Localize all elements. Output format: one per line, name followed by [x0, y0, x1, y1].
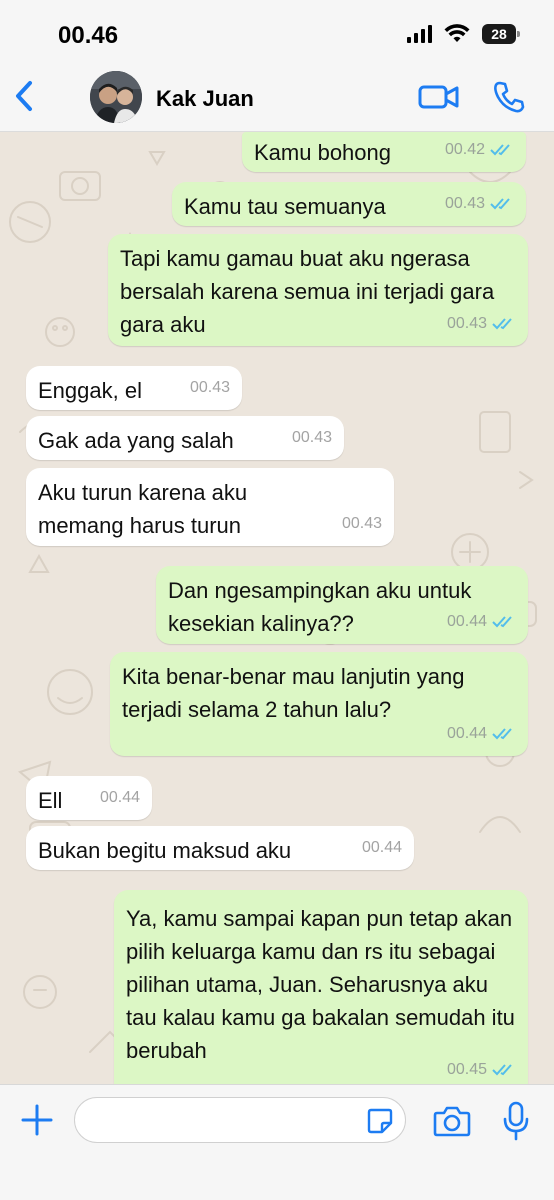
message-bubble-outgoing[interactable]: Dan ngesampingkan aku untuk kesekian kal… — [156, 566, 528, 644]
message-text: Gak ada yang salah — [38, 428, 234, 453]
message-time: 00.43 — [341, 515, 382, 532]
message-time: 00.43 — [291, 429, 332, 446]
message-time: 00.43 — [444, 195, 485, 212]
contact-name[interactable]: Kak Juan — [156, 86, 254, 112]
message-meta: 00.44 — [100, 781, 140, 814]
wifi-icon — [444, 24, 470, 42]
status-icons: 28 — [407, 24, 520, 44]
message-text: Bukan begitu maksud aku — [38, 838, 292, 863]
message-bubble-incoming[interactable]: Gak ada yang salah 00.43 — [26, 416, 344, 460]
message-time: 00.43 — [446, 315, 487, 332]
read-receipt-icon — [490, 197, 510, 209]
battery-icon: 28 — [482, 24, 520, 44]
message-meta: 00.44 — [447, 717, 516, 750]
battery-level: 28 — [491, 26, 507, 42]
plus-icon[interactable] — [18, 1101, 56, 1139]
video-icon[interactable] — [418, 82, 460, 112]
message-text: Dan ngesampingkan aku untuk kesekian kal… — [168, 578, 472, 636]
message-time: 00.44 — [361, 839, 402, 856]
read-receipt-icon — [492, 615, 512, 627]
status-bar: 00.46 28 — [0, 0, 554, 62]
message-bubble-incoming[interactable]: Bukan begitu maksud aku 00.44 — [26, 826, 414, 870]
message-meta: 00.44 — [362, 831, 402, 864]
message-bubble-outgoing[interactable]: Tapi kamu gamau buat aku ngerasa bersala… — [108, 234, 528, 346]
message-time: 00.45 — [446, 1061, 487, 1078]
avatar[interactable] — [90, 71, 142, 123]
message-bubble-outgoing[interactable]: Ya, kamu sampai kapan pun tetap akan pil… — [114, 890, 528, 1084]
message-bubble-incoming[interactable]: Aku turun karena aku memang harus turun … — [26, 468, 394, 546]
chat-header: Kak Juan — [0, 62, 554, 132]
status-time: 00.46 — [58, 22, 119, 49]
camera-icon[interactable] — [433, 1105, 471, 1137]
message-meta: 00.43 — [190, 371, 230, 404]
read-receipt-icon — [492, 727, 512, 739]
message-time: 00.44 — [446, 725, 487, 742]
message-bubble-outgoing[interactable]: Kamu bohong 00.42 — [242, 132, 526, 172]
message-meta: 00.43 — [342, 507, 382, 540]
sticker-icon[interactable] — [366, 1107, 394, 1135]
message-time: 00.43 — [189, 379, 230, 396]
message-time: 00.44 — [99, 789, 140, 806]
message-meta: 00.44 — [447, 605, 516, 638]
cellular-signal-icon — [407, 25, 432, 43]
message-text: Ya, kamu sampai kapan pun tetap akan pil… — [126, 906, 515, 1063]
message-text: Aku turun karena aku memang harus turun — [38, 480, 248, 538]
message-time: 00.44 — [446, 613, 487, 630]
phone-icon[interactable] — [492, 80, 526, 114]
message-time: 00.42 — [444, 141, 485, 158]
message-meta: 00.43 — [445, 187, 514, 220]
message-text: Kita benar-benar mau lanjutin yang terja… — [122, 664, 465, 722]
message-composer — [0, 1084, 554, 1200]
message-bubble-incoming[interactable]: Enggak, el 00.43 — [26, 366, 242, 410]
message-bubble-outgoing[interactable]: Kita benar-benar mau lanjutin yang terja… — [110, 652, 528, 756]
read-receipt-icon — [490, 143, 510, 155]
message-input[interactable] — [74, 1097, 406, 1143]
microphone-icon[interactable] — [502, 1101, 530, 1141]
message-meta: 00.45 — [447, 1053, 516, 1084]
chevron-left-icon[interactable] — [10, 78, 40, 114]
message-meta: 00.43 — [292, 421, 332, 454]
message-meta: 00.43 — [447, 307, 516, 340]
chat-area[interactable]: Kamu bohong 00.42 Kamu tau semuanya 00.4… — [0, 132, 554, 1084]
message-bubble-incoming[interactable]: Ell 00.44 — [26, 776, 152, 820]
message-bubble-outgoing[interactable]: Kamu tau semuanya 00.43 — [172, 182, 526, 226]
read-receipt-icon — [492, 317, 512, 329]
message-meta: 00.42 — [445, 133, 514, 166]
read-receipt-icon — [492, 1063, 512, 1075]
